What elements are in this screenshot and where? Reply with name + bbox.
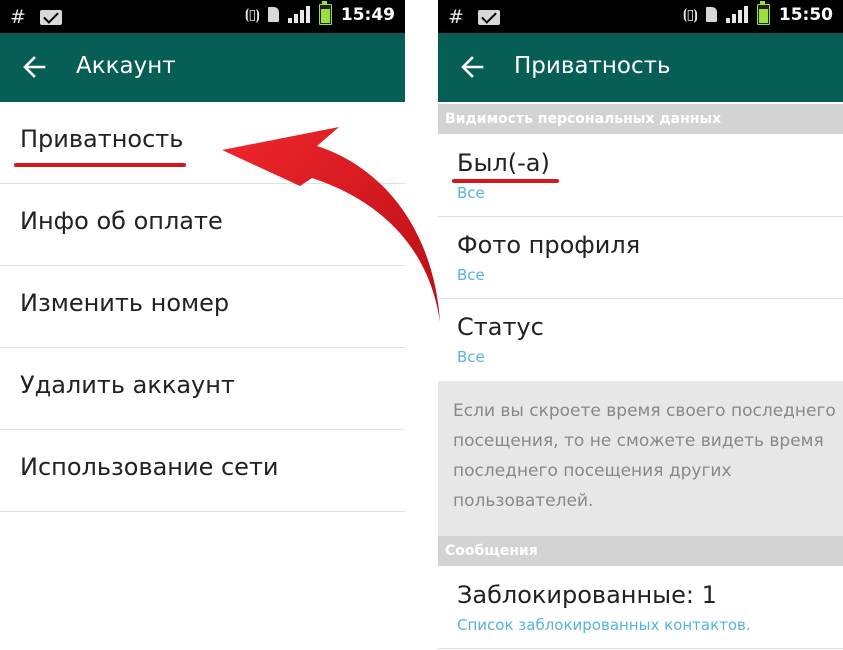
hash-icon: # xyxy=(10,6,26,28)
status-bar: # ⦗▯⦘ 15:49 xyxy=(0,0,405,33)
arrow-left-icon[interactable] xyxy=(22,53,46,81)
annotation-underline xyxy=(452,179,559,183)
battery-icon xyxy=(756,1,770,25)
pref-last-seen[interactable]: Был(-а) Все xyxy=(438,135,843,217)
status-time: 15:49 xyxy=(340,4,395,25)
last-seen-note: Если вы скроете время своего последнего … xyxy=(438,381,843,536)
battery-icon xyxy=(318,1,332,25)
sim-card-icon xyxy=(267,7,279,22)
menu-item-label: Инфо об оплате xyxy=(20,207,223,235)
menu-item-network-usage[interactable]: Использование сети xyxy=(0,430,405,512)
menu-item-label: Изменить номер xyxy=(20,289,230,317)
menu-item-label: Использование сети xyxy=(20,453,279,481)
mail-icon xyxy=(477,9,500,25)
privacy-screen: # ⦗▯⦘ 15:50 Приватность Видимость персон… xyxy=(438,0,843,650)
section-header-label: Видимость персональных данных xyxy=(445,111,722,127)
vibrate-icon: ⦗▯⦘ xyxy=(682,6,698,23)
signal-icon xyxy=(287,6,310,23)
account-screen: # ⦗▯⦘ 15:49 Аккаунт Приватность Инфо об … xyxy=(0,0,405,650)
vibrate-icon: ⦗▯⦘ xyxy=(244,6,260,23)
pref-summary: Список заблокированных контактов. xyxy=(457,616,751,634)
action-bar: Приватность xyxy=(438,33,843,102)
pref-blocked-contacts[interactable]: Заблокированные: 1 Список заблокированны… xyxy=(438,567,843,649)
section-header-visibility: Видимость персональных данных xyxy=(438,104,843,134)
pref-summary: Все xyxy=(457,184,485,202)
status-time: 15:50 xyxy=(778,4,833,25)
pref-summary: Все xyxy=(457,266,485,284)
menu-item-label: Приватность xyxy=(20,125,184,153)
note-text: Если вы скроете время своего последнего … xyxy=(453,401,836,511)
pref-title: Статус xyxy=(457,313,544,341)
menu-item-payment-info[interactable]: Инфо об оплате xyxy=(0,184,405,266)
section-header-label: Сообщения xyxy=(445,543,538,559)
menu-item-delete-account[interactable]: Удалить аккаунт xyxy=(0,348,405,430)
page-title: Аккаунт xyxy=(76,53,176,79)
section-header-messages: Сообщения xyxy=(438,536,843,566)
pref-title: Был(-а) xyxy=(457,149,550,177)
status-bar: # ⦗▯⦘ 15:50 xyxy=(438,0,843,33)
pref-title: Заблокированные: 1 xyxy=(457,581,717,609)
mail-icon xyxy=(39,9,62,25)
page-title: Приватность xyxy=(514,53,671,79)
menu-item-label: Удалить аккаунт xyxy=(20,371,235,399)
pref-title: Фото профиля xyxy=(457,231,641,259)
arrow-left-icon[interactable] xyxy=(460,53,484,81)
pref-status[interactable]: Статус Все xyxy=(438,299,843,380)
action-bar: Аккаунт xyxy=(0,33,405,102)
menu-item-privacy[interactable]: Приватность xyxy=(0,102,405,184)
sim-card-icon xyxy=(705,7,717,22)
pref-profile-photo[interactable]: Фото профиля Все xyxy=(438,217,843,299)
signal-icon xyxy=(725,6,748,23)
annotation-underline xyxy=(14,163,186,167)
pref-summary: Все xyxy=(457,348,485,366)
menu-item-change-number[interactable]: Изменить номер xyxy=(0,266,405,348)
hash-icon: # xyxy=(448,6,464,28)
